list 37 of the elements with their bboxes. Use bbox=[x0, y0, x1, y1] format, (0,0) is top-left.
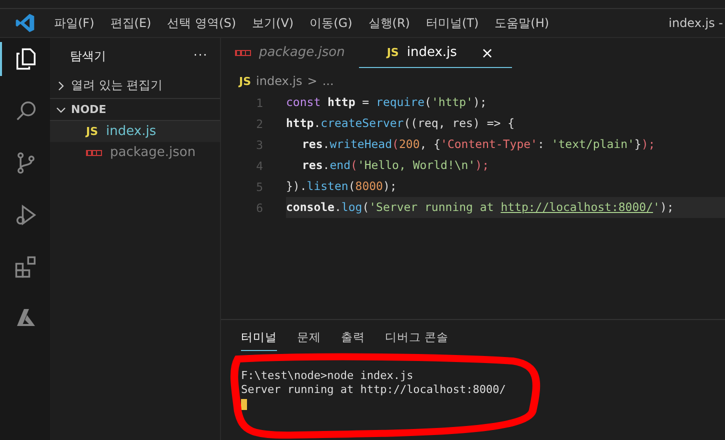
section-header[interactable]: 열려 있는 편집기 bbox=[50, 73, 220, 99]
menu-item[interactable]: 이동(G) bbox=[310, 14, 352, 32]
terminal-cursor bbox=[241, 399, 247, 410]
code-line: http.createServer((req, res) => { bbox=[286, 115, 516, 132]
terminal-line: Server running at http://localhost:8000/ bbox=[241, 383, 507, 397]
editor-tab[interactable]: package.json bbox=[221, 38, 359, 68]
editor-tab[interactable]: JS index.js × bbox=[358, 38, 512, 68]
panel-tab[interactable]: 디버그 콘솔 bbox=[385, 330, 449, 351]
breadcrumb-item[interactable]: index.js bbox=[256, 74, 302, 88]
breadcrumb-separator: > bbox=[307, 74, 318, 88]
menu-item[interactable]: 파일(F) bbox=[54, 14, 94, 32]
terminal-line: F:\test\node>node index.js bbox=[241, 369, 414, 383]
code-line: res.end('Hello, World!\n'); bbox=[301, 157, 490, 174]
more-actions-button[interactable]: ··· bbox=[194, 48, 208, 65]
chevron-icon bbox=[56, 104, 66, 114]
chevron-icon bbox=[56, 80, 66, 90]
menu-item[interactable]: 도움말(H) bbox=[494, 14, 550, 32]
js-label: JS bbox=[239, 74, 252, 88]
code-line: const http = require('http'); bbox=[286, 94, 488, 111]
window-title: index.js - bbox=[668, 16, 723, 30]
menu-item[interactable]: 터미널(T) bbox=[426, 14, 479, 32]
panel-tab[interactable]: 출력 bbox=[341, 330, 365, 351]
menu-item[interactable]: 편집(E) bbox=[110, 14, 152, 32]
code-line: }).listen(8000); bbox=[286, 178, 398, 195]
menu-item[interactable]: 보기(V) bbox=[252, 14, 294, 32]
file-item[interactable]: JS index.js bbox=[50, 121, 220, 142]
code-editor-logo-icon bbox=[14, 12, 36, 34]
panel-tab[interactable]: 문제 bbox=[297, 330, 321, 351]
explorer-title: 탐색기 bbox=[70, 48, 106, 65]
package-icon bbox=[86, 150, 102, 156]
code-line: res.writeHead(200, {'Content-Type': 'text/plain'}); bbox=[301, 136, 656, 153]
file-item[interactable]: package.json bbox=[50, 142, 220, 163]
panel-tab[interactable]: 터미널 bbox=[241, 330, 277, 351]
breadcrumb-item[interactable]: ... bbox=[322, 74, 334, 88]
package-icon bbox=[235, 50, 251, 56]
menu-item[interactable]: 선택 영역(S) bbox=[167, 14, 236, 32]
menu-item[interactable]: 실행(R) bbox=[368, 14, 410, 32]
